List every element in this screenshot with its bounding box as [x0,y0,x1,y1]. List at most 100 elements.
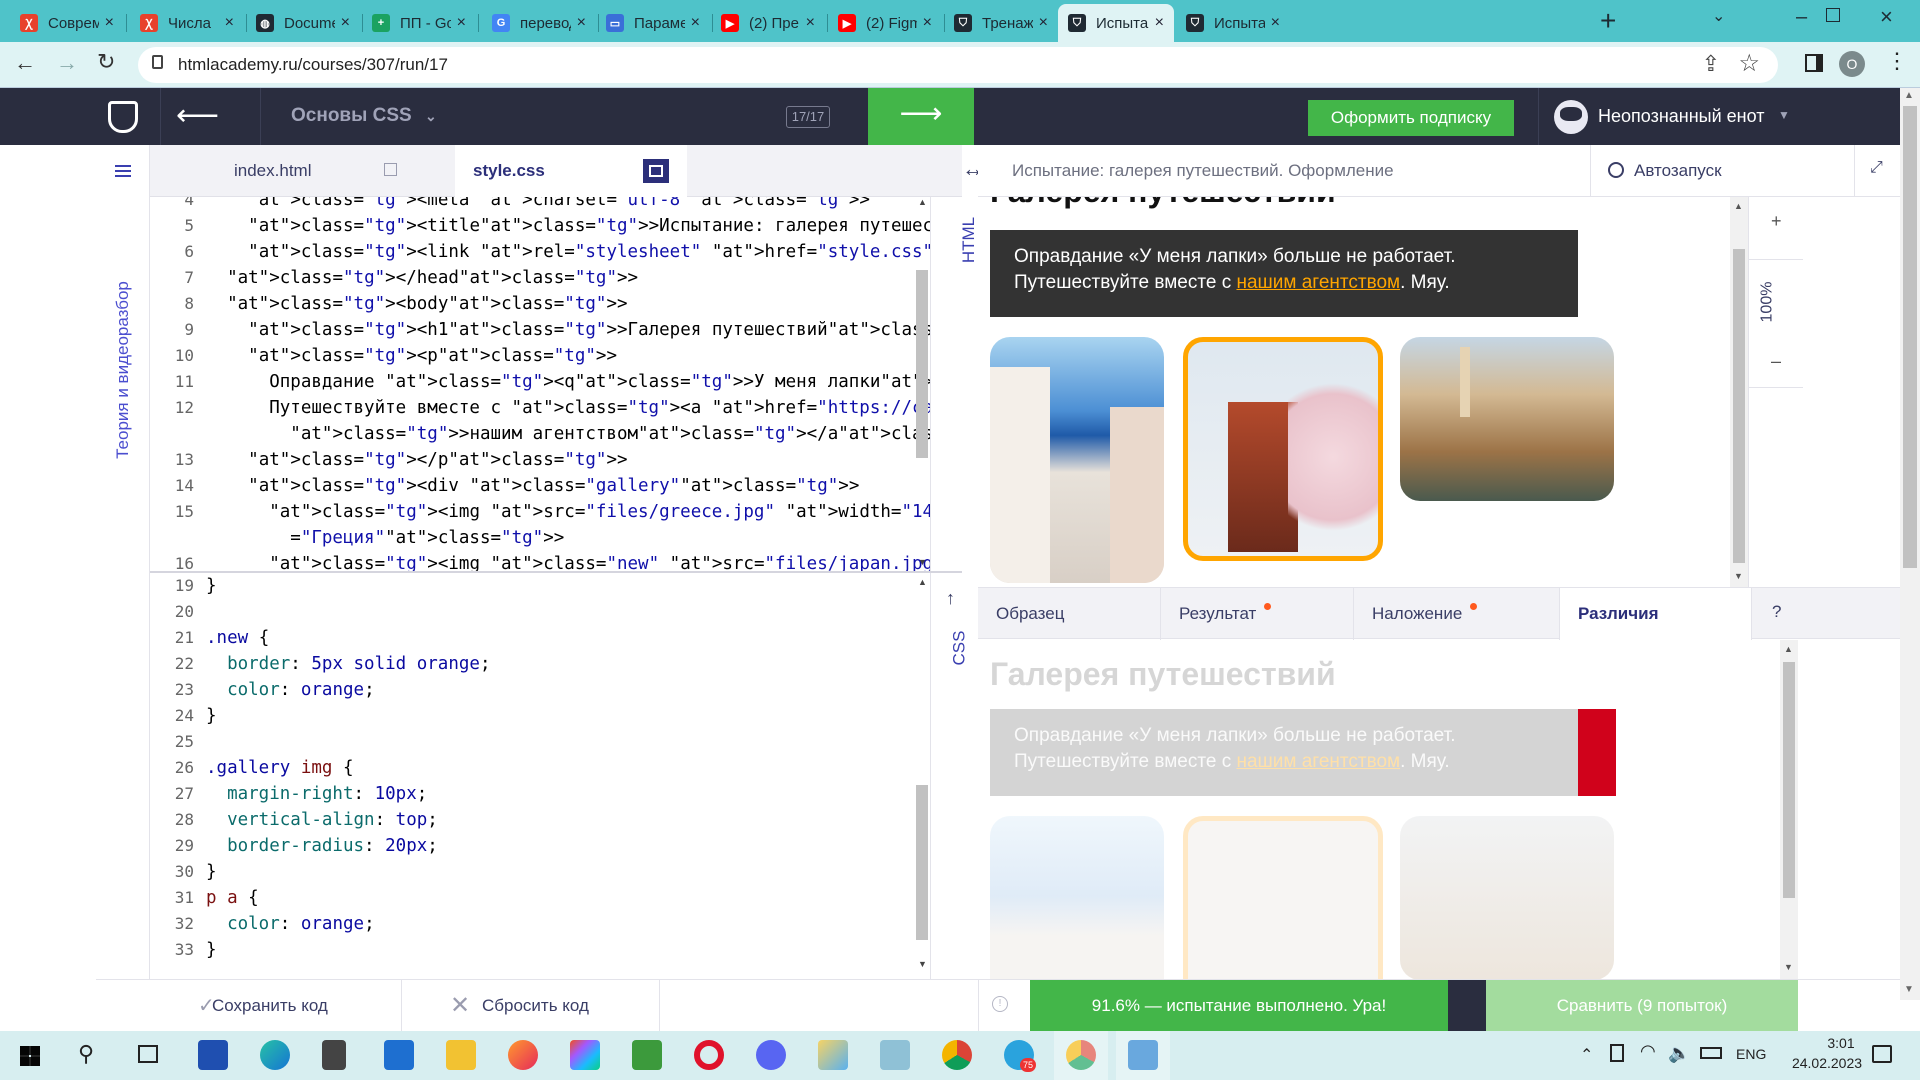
code-line[interactable]: 31 p a { [150,885,914,911]
task-view-icon[interactable] [138,1045,158,1063]
opera-icon[interactable] [694,1040,724,1070]
html-editor[interactable]: 4 "at">class="tg"><meta "at">charset="ut… [150,197,938,571]
close-tab-icon[interactable]: × [457,14,466,32]
close-tab-icon[interactable]: × [341,14,350,32]
code-line[interactable]: 14 "at">class="tg"><div "at">class="gall… [150,473,938,499]
code-text[interactable]: "at">class="tg"><title"at">class="tg">>И… [206,213,938,239]
progress-counter[interactable]: 17/17 [786,106,830,128]
code-text[interactable]: "at">class="tg"><div "at">class="gallery… [206,473,859,499]
language-indicator[interactable]: ENG [1736,1046,1766,1062]
minimize-icon[interactable]: – [1796,6,1807,29]
code-text[interactable]: Оправдание "at">class="tg"><q"at">class=… [206,369,938,395]
code-text[interactable]: } [206,937,217,963]
code-line[interactable]: 10 "at">class="tg"><p"at">class="tg">> [150,343,938,369]
code-text[interactable]: } [206,703,217,729]
code-line[interactable]: 28 vertical-align: top; [150,807,914,833]
course-dropdown[interactable]: Основы CSS ⌄ [291,105,437,127]
diff-scrollbar[interactable]: ▲ ▼ [1780,640,1798,979]
tab-search-icon[interactable]: ⌄ [1712,6,1725,26]
collapse-icon[interactable] [643,159,669,183]
compare-button[interactable]: Сравнить (9 попыток) [1486,980,1798,1032]
tray-device-icon[interactable] [1610,1044,1624,1062]
calculator-icon[interactable] [322,1040,346,1070]
agency-link[interactable]: нашим агентством [1236,272,1400,293]
code-text[interactable]: vertical-align: top; [206,807,438,833]
css-editor[interactable]: 19} 20 21 .new {22 border: 5px solid orange… [150,573,914,979]
info-icon[interactable]: ! [992,996,1008,1012]
browser-menu-icon[interactable]: ⋮ [1886,48,1908,74]
code-line[interactable]: 12 Путешествуйте вместе с "at">class="tg… [150,395,938,447]
browser-tab[interactable]: ⛉ Испытан × [1176,4,1290,42]
share-icon[interactable]: ⇪ [1702,51,1720,77]
css-scrollbar[interactable]: ▲ ▼ [914,573,930,979]
html-label[interactable]: HTML [959,217,979,263]
code-line[interactable]: 21 .new { [150,625,914,651]
reset-code-button[interactable]: ✕ Сбросить код [402,980,660,1032]
arrow-up-icon[interactable]: ↑ [946,588,955,609]
code-line[interactable]: 25 [150,729,914,755]
collapse-icon[interactable] [384,163,397,176]
subscribe-button[interactable]: Оформить подписку [1308,100,1514,136]
theory-label[interactable]: Теория и видеоразбор [113,235,133,505]
tab-result[interactable]: Результат [1161,588,1354,640]
browser-tab[interactable]: ◍ Documen × [246,4,360,42]
restore-icon[interactable] [1826,8,1840,22]
lock-icon[interactable] [152,55,163,69]
code-text[interactable]: color: orange; [206,677,375,703]
taskbar-app-8-icon[interactable] [632,1040,662,1070]
code-text[interactable]: .new { [206,625,269,651]
close-tab-icon[interactable]: × [691,14,700,32]
zoom-in-button[interactable]: + [1771,211,1782,232]
taskbar-app-1-icon[interactable] [198,1040,228,1070]
volume-icon[interactable]: 🔈 [1668,1043,1690,1064]
code-line[interactable]: 8 "at">class="tg"><body"at">class="tg">> [150,291,938,317]
clock-date[interactable]: 24.02.2023 [1782,1055,1872,1071]
theory-sidebar[interactable]: Теория и видеоразбор [96,145,150,1007]
profile-avatar[interactable]: О [1839,51,1865,77]
code-text[interactable]: border: 5px solid orange; [206,651,490,677]
paint-icon[interactable] [818,1040,848,1070]
firefox-icon[interactable] [508,1040,538,1070]
code-text[interactable]: "at">class="tg"><link "at">rel="styleshe… [206,239,938,265]
mail-icon[interactable] [384,1040,414,1070]
html-scroll-thumb[interactable] [916,270,928,458]
close-tab-icon[interactable]: × [577,14,586,32]
search-icon[interactable]: ⚲ [78,1041,94,1067]
diff-scroll-thumb[interactable] [1783,662,1795,898]
code-line[interactable]: 20 [150,599,914,625]
back-icon[interactable]: ← [14,50,36,76]
code-line[interactable]: 29 border-radius: 20px; [150,833,914,859]
forward-icon[interactable]: → [56,50,78,76]
code-line[interactable]: 15 "at">class="tg"><img "at">src="files/… [150,499,938,551]
code-line[interactable]: 32 color: orange; [150,911,914,937]
code-text[interactable]: } [206,573,217,599]
user-menu-chevron-icon[interactable]: ▼ [1778,108,1790,122]
fullscreen-icon[interactable]: ⤢ [1870,159,1883,177]
code-text[interactable]: .gallery img { [206,755,354,781]
code-text[interactable]: Путешествуйте вместе с "at">class="tg"><… [206,395,938,447]
close-tab-icon[interactable]: × [225,14,234,32]
tab-style-css[interactable]: style.css [455,145,687,197]
code-line[interactable]: 24} [150,703,914,729]
autorun-toggle[interactable]: Автозапуск [1608,161,1722,181]
edge-icon[interactable] [260,1040,290,1070]
tab-index-html[interactable]: index.html [216,145,421,197]
page-scrollbar[interactable]: ▲ ▼ [1900,88,1920,1000]
code-line[interactable]: 19} [150,573,914,599]
tab-overlay[interactable]: Наложение [1354,588,1560,640]
browser-tab[interactable]: ⛉ Испытан × [1058,4,1174,42]
bookmark-star-icon[interactable]: ☆ [1738,49,1760,78]
code-text[interactable]: "at">class="tg"><img "at">src="files/gre… [206,499,938,551]
code-text[interactable]: border-radius: 20px; [206,833,438,859]
academy-logo-icon[interactable] [108,101,138,133]
code-text[interactable]: color: orange; [206,911,375,937]
tab-sample[interactable]: Образец [978,588,1161,640]
code-line[interactable]: 13 "at">class="tg"></p"at">class="tg">> [150,447,938,473]
reload-icon[interactable]: ↻ [97,49,115,75]
tab-differences[interactable]: Различия [1560,588,1752,640]
code-line[interactable]: 5 "at">class="tg"><title"at">class="tg">… [150,213,938,239]
close-tab-icon[interactable]: × [1271,14,1280,32]
code-text[interactable]: "at">class="tg"><body"at">class="tg">> [206,291,627,317]
code-line[interactable]: 6 "at">class="tg"><link "at">rel="styles… [150,239,938,265]
code-text[interactable]: } [206,859,217,885]
